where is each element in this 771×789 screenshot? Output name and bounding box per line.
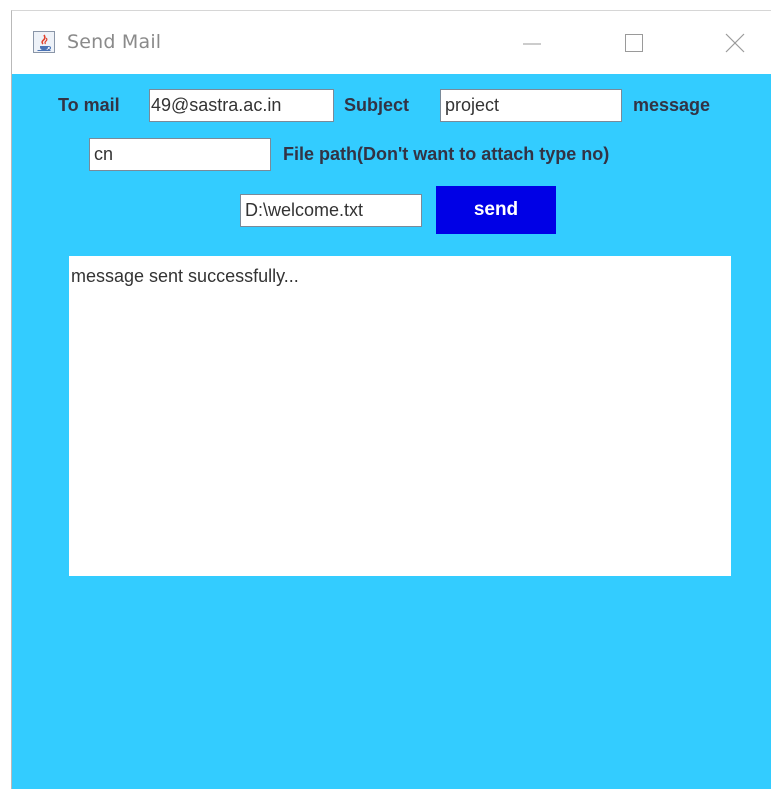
to-mail-input[interactable] <box>149 89 334 122</box>
subject-label: Subject <box>344 95 410 115</box>
window-title: Send Mail <box>67 31 162 53</box>
minimize-icon <box>523 43 541 45</box>
message-label: message <box>633 95 711 115</box>
maximize-icon <box>625 34 643 52</box>
to-mail-label: To mail <box>58 95 120 115</box>
send-button[interactable]: send <box>436 186 556 234</box>
close-icon <box>725 33 745 53</box>
file-path-input[interactable] <box>240 194 422 227</box>
java-cup-icon <box>33 31 55 53</box>
status-output-area[interactable]: message sent successfully... <box>69 256 731 576</box>
send-mail-window: Send Mail To mail Subject message File p… <box>11 10 771 789</box>
minimize-button[interactable] <box>508 23 554 63</box>
mail-form-panel: To mail Subject message File path(Don't … <box>12 74 771 789</box>
title-bar[interactable]: Send Mail <box>12 11 771 74</box>
subject-input[interactable] <box>440 89 622 122</box>
close-button[interactable] <box>710 23 756 63</box>
maximize-button[interactable] <box>608 23 654 63</box>
message-input[interactable] <box>89 138 271 171</box>
file-path-label: File path(Don't want to attach type no) <box>283 144 610 164</box>
